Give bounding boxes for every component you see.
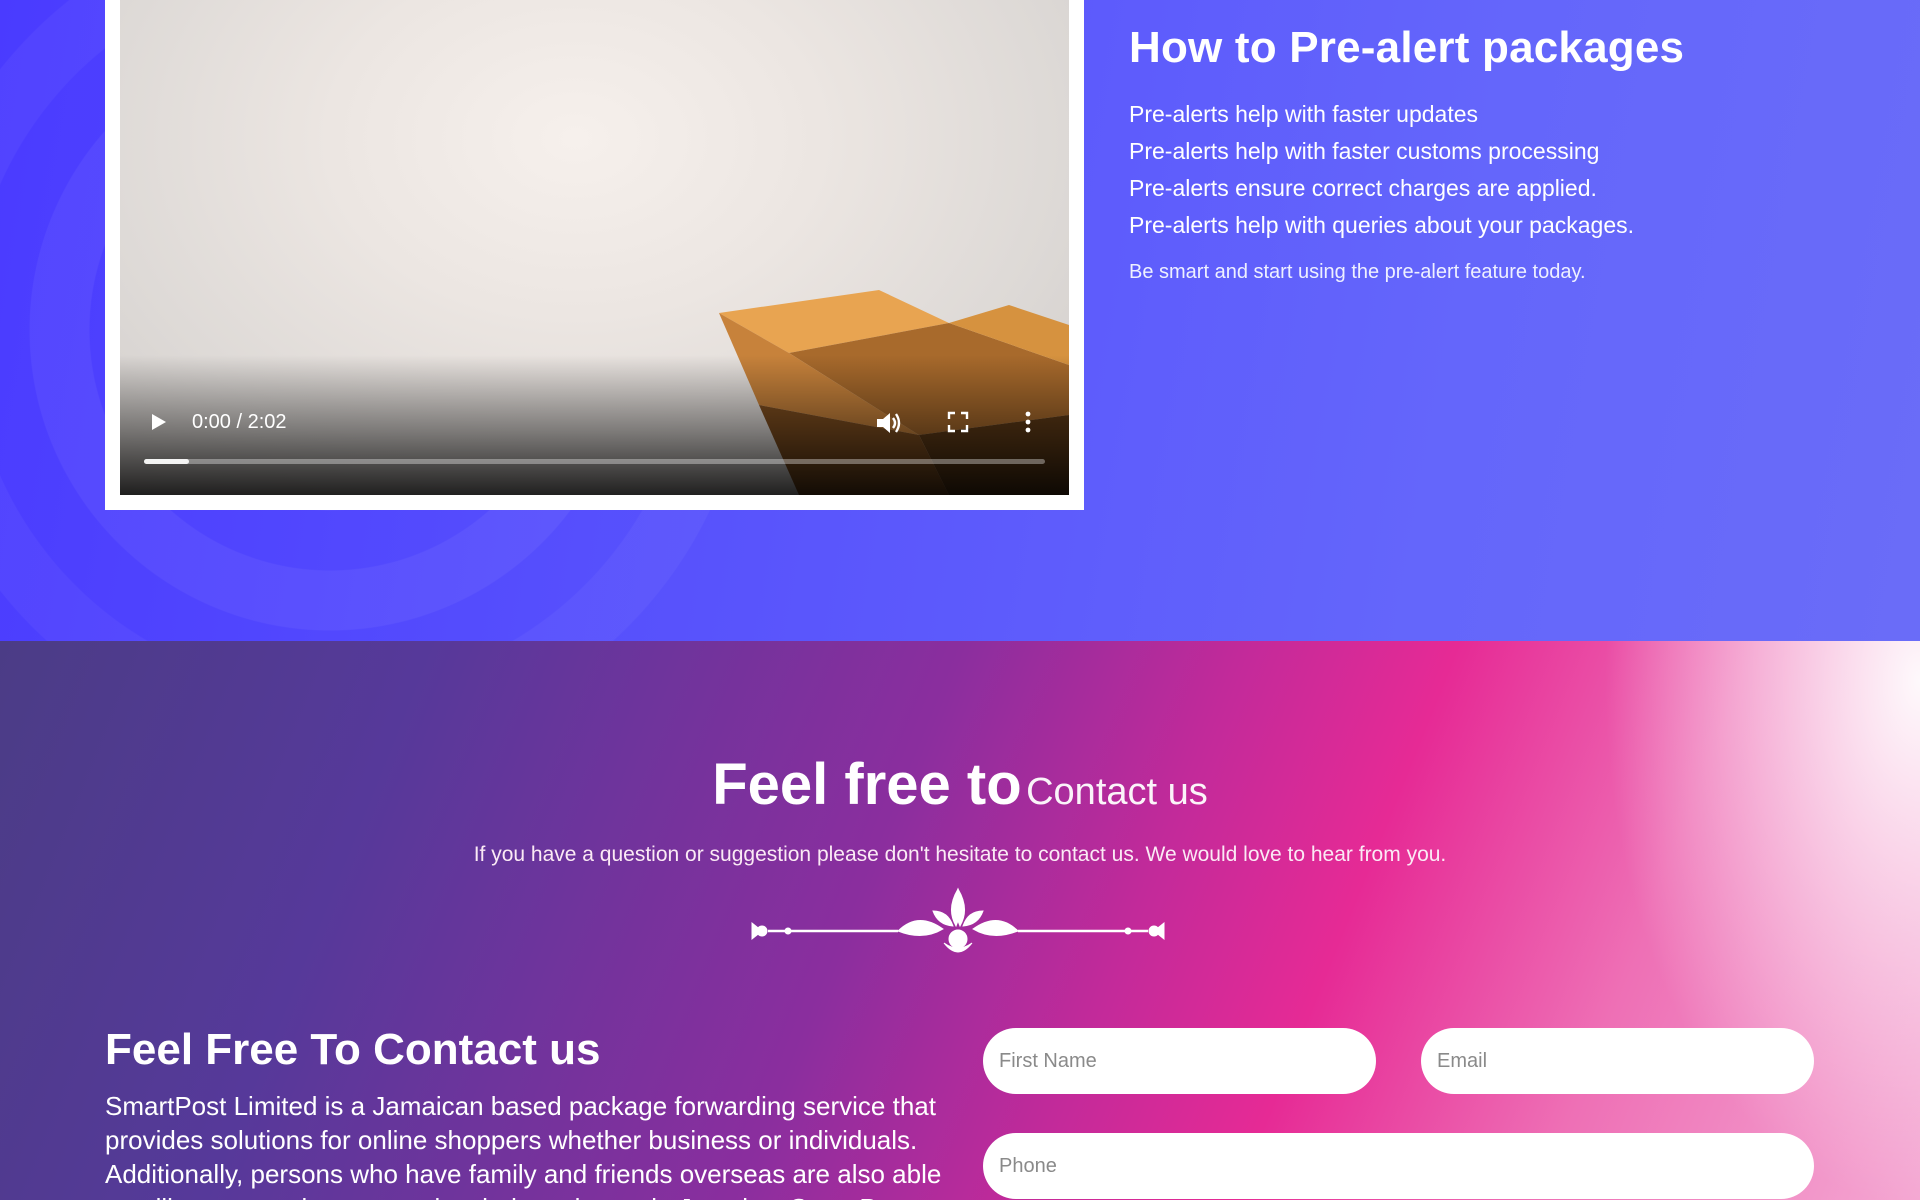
fullscreen-icon[interactable] [946, 410, 970, 434]
more-vertical-icon[interactable] [1016, 410, 1040, 434]
video-player[interactable]: 0:00 / 2:02 [120, 0, 1069, 495]
prealert-info: How to Pre-alert packages Pre-alerts hel… [1129, 18, 1889, 286]
contact-about-title: Feel Free To Contact us [105, 1025, 601, 1074]
prealert-item: Pre-alerts help with queries about your … [1129, 212, 1635, 238]
contact-section: Feel free to Contact us If you have a qu… [0, 641, 1920, 1200]
volume-icon[interactable] [874, 409, 902, 437]
video-time: 0:00 / 2:02 [192, 411, 287, 433]
prealert-list: Pre-alerts help with faster updates Pre-… [1129, 96, 1889, 244]
ornament-divider-icon [751, 887, 1165, 953]
prealert-title: How to Pre-alert packages [1129, 23, 1685, 72]
prealert-section: 0:00 / 2:02 How to Pre-alert packages Pr… [0, 0, 1920, 641]
prealert-item: Pre-alerts ensure correct charges are ap… [1129, 175, 1597, 201]
video-progress-fill [144, 459, 190, 464]
contact-about: Feel Free To Contact us SmartPost Limite… [105, 1021, 945, 1200]
prealert-item: Pre-alerts help with faster updates [1129, 101, 1479, 127]
contact-subtitle: If you have a question or suggestion ple… [473, 843, 1447, 866]
video-progress-bar[interactable] [144, 459, 1045, 464]
contact-about-text: SmartPost Limited is a Jamaican based pa… [105, 1091, 942, 1200]
phone-input[interactable] [983, 1133, 1814, 1199]
video-frame: 0:00 / 2:02 [105, 0, 1084, 510]
contact-heading: Feel free to Contact us [0, 751, 1920, 818]
email-input[interactable] [1421, 1028, 1814, 1094]
prealert-item: Pre-alerts help with faster customs proc… [1129, 138, 1600, 164]
contact-heading-light: Contact us [1026, 771, 1208, 813]
prealert-note: Be smart and start using the pre-alert f… [1129, 261, 1586, 283]
play-icon[interactable] [146, 410, 170, 434]
first-name-input[interactable] [983, 1028, 1376, 1094]
contact-heading-bold: Feel free to [712, 752, 1022, 817]
